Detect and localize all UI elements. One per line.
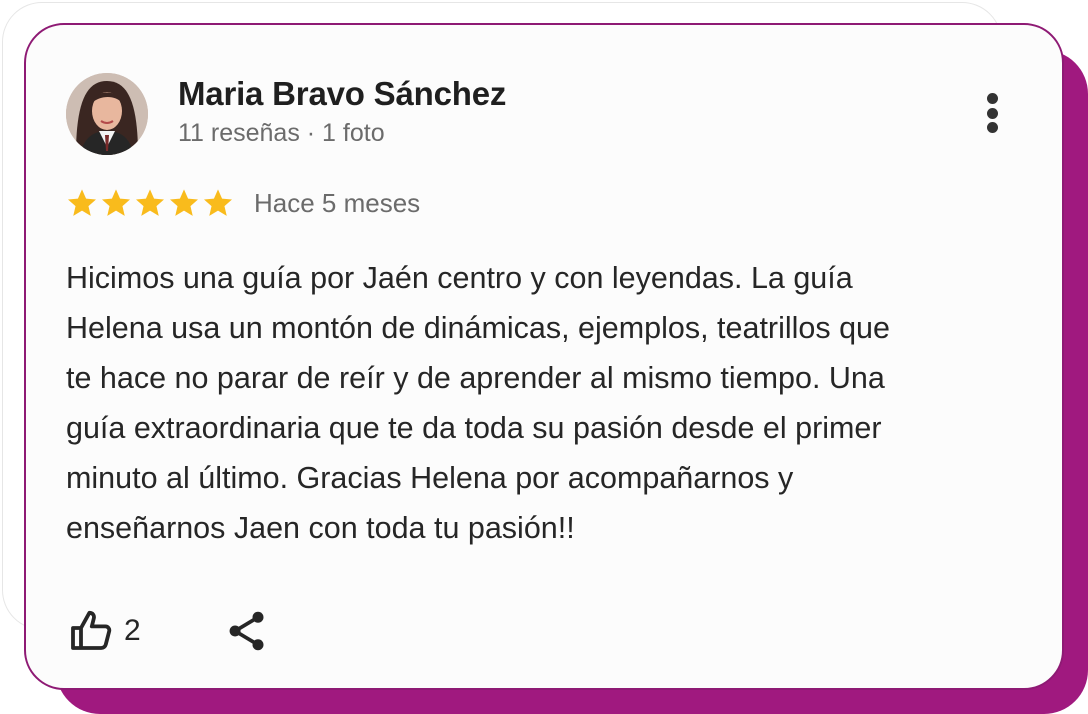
more-options-button[interactable]: [974, 87, 1010, 139]
star-rating: [66, 187, 234, 219]
like-button[interactable]: 2: [68, 607, 141, 655]
review-stage: Maria Bravo Sánchez 11 reseñas · 1 foto …: [0, 0, 1088, 714]
review-date: Hace 5 meses: [254, 187, 421, 218]
avatar-image: [66, 73, 148, 155]
review-text: Hicimos una guía por Jaén centro y con l…: [66, 261, 890, 545]
star-icon: [102, 189, 130, 216]
star-icon: [170, 189, 198, 216]
star-icon: [204, 189, 232, 216]
share-icon: [229, 611, 264, 651]
author-name[interactable]: Maria Bravo Sánchez: [178, 75, 506, 113]
more-vertical-icon: [986, 93, 998, 104]
avatar[interactable]: [66, 73, 148, 155]
star-icon: [136, 189, 164, 216]
like-count: 2: [124, 614, 141, 647]
more-vertical-icon-dot: [986, 107, 998, 119]
rating-row: Hace 5 meses: [66, 183, 420, 223]
star-icon: [68, 189, 96, 216]
share-button[interactable]: [225, 608, 269, 654]
review-actions: 2: [68, 603, 269, 659]
review-card: Maria Bravo Sánchez 11 reseñas · 1 foto …: [24, 23, 1064, 690]
thumbs-up-icon: [71, 610, 112, 650]
more-vertical-icon-dot: [986, 122, 998, 133]
author-meta: 11 reseñas · 1 foto: [178, 119, 385, 147]
